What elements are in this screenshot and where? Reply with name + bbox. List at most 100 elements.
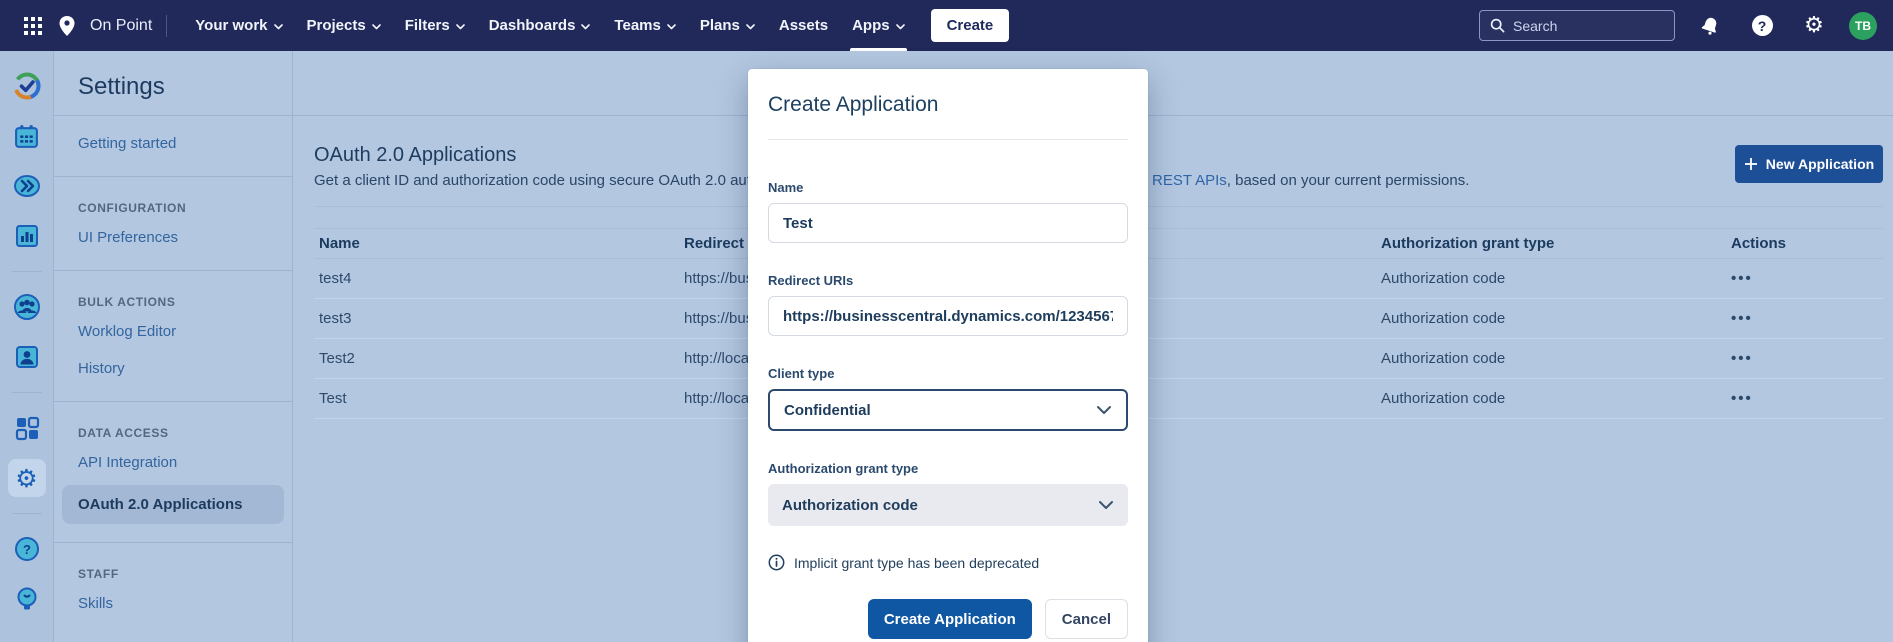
cell-name: test4 xyxy=(314,259,679,299)
nav-item-plans[interactable]: Plans xyxy=(688,0,767,51)
bar-chart-icon[interactable] xyxy=(8,217,46,255)
nav-item-label: Teams xyxy=(614,17,660,34)
plus-icon xyxy=(1744,157,1758,171)
question-mark-glyph: ? xyxy=(1752,15,1773,36)
row-actions-menu-icon[interactable]: ••• xyxy=(1731,270,1753,287)
gear-glyph: ⚙ xyxy=(1804,15,1824,37)
sidebar-item-api-integration[interactable]: API Integration xyxy=(54,444,292,481)
description-text: Get a client ID and authorization code u… xyxy=(314,172,750,189)
nav-item-label: Dashboards xyxy=(489,17,576,34)
product-name: On Point xyxy=(90,17,152,35)
sidebar-item-worklog-editor[interactable]: Worklog Editor xyxy=(54,313,292,350)
double-chevron-glyph xyxy=(13,174,41,198)
notifications-bell-icon[interactable] xyxy=(1693,9,1727,43)
info-icon xyxy=(768,554,785,571)
cell-grant-type: Authorization code xyxy=(1376,259,1726,299)
description-tail: , based on your current permissions. xyxy=(1227,172,1470,189)
lightbulb-glyph xyxy=(14,586,40,612)
nav-item-dashboards[interactable]: Dashboards xyxy=(477,0,603,51)
nav-item-label: Your work xyxy=(195,17,267,34)
svg-text:?: ? xyxy=(23,542,31,557)
section-description-right: REST APIs, based on your current permiss… xyxy=(1152,172,1469,189)
sidebar-item-oauth-2-0-applications[interactable]: OAuth 2.0 Applications xyxy=(62,485,284,524)
nav-item-label: Filters xyxy=(405,17,450,34)
nav-item-label: Apps xyxy=(852,17,890,34)
gear-glyph: ⚙ xyxy=(15,466,37,491)
nav-item-label: Projects xyxy=(307,17,366,34)
row-actions-menu-icon[interactable]: ••• xyxy=(1731,390,1753,407)
location-pin-icon[interactable] xyxy=(50,9,84,43)
sidebar-item-history[interactable]: History xyxy=(54,350,292,387)
gear-icon[interactable]: ⚙ xyxy=(8,459,46,497)
client-type-select[interactable]: Confidential xyxy=(768,389,1128,431)
bell-glyph xyxy=(1700,16,1720,36)
create-button[interactable]: Create xyxy=(931,9,1010,42)
rail-divider xyxy=(12,513,42,514)
rest-apis-link[interactable]: REST APIs xyxy=(1152,172,1227,189)
sidebar-group: CONFIGURATIONUI Preferences xyxy=(54,176,292,270)
sidebar-group: BULK ACTIONSWorklog EditorHistory xyxy=(54,270,292,401)
cell-grant-type: Authorization code xyxy=(1376,339,1726,379)
question-icon[interactable]: ? xyxy=(8,530,46,568)
sidebar-group: Getting started xyxy=(54,115,292,176)
settings-gear-icon[interactable]: ⚙ xyxy=(1797,9,1831,43)
search-input[interactable] xyxy=(1513,18,1653,34)
new-application-button[interactable]: New Application xyxy=(1735,145,1883,183)
row-actions-menu-icon[interactable]: ••• xyxy=(1731,310,1753,327)
nav-item-apps[interactable]: Apps xyxy=(840,0,917,51)
group-icon[interactable] xyxy=(8,288,46,326)
sidebar-item-ui-preferences[interactable]: UI Preferences xyxy=(54,219,292,256)
create-application-submit-button[interactable]: Create Application xyxy=(868,599,1032,639)
nav-item-assets[interactable]: Assets xyxy=(767,0,840,51)
calendar-icon[interactable] xyxy=(8,117,46,155)
cancel-button[interactable]: Cancel xyxy=(1045,599,1128,639)
nav-item-projects[interactable]: Projects xyxy=(295,0,393,51)
dialog-footer: Create Application Cancel xyxy=(768,599,1128,639)
rail-divider xyxy=(12,392,42,393)
help-icon[interactable]: ? xyxy=(1745,9,1779,43)
top-nav: On Point Your work Projects Filters Dashboa… xyxy=(0,0,1893,51)
nav-item-teams[interactable]: Teams xyxy=(602,0,687,51)
grid-dots-icon xyxy=(24,17,42,35)
rail-divider xyxy=(12,271,42,272)
user-avatar[interactable]: TB xyxy=(1849,12,1877,40)
grant-type-select[interactable]: Authorization code xyxy=(768,484,1128,526)
grant-type-value: Authorization code xyxy=(782,497,918,514)
cell-name: test3 xyxy=(314,299,679,339)
person-card-glyph xyxy=(14,344,40,370)
sidebar-item-getting-started[interactable]: Getting started xyxy=(54,125,292,162)
nav-item-label: Plans xyxy=(700,17,740,34)
chevron-down-icon xyxy=(581,24,590,30)
cell-actions: ••• xyxy=(1726,259,1883,299)
dialog-title: Create Application xyxy=(768,93,1128,117)
question-glyph: ? xyxy=(14,536,40,562)
double-chevron-icon[interactable] xyxy=(8,167,46,205)
column-actions: Actions xyxy=(1726,229,1883,259)
chevron-down-icon xyxy=(456,24,465,30)
nav-item-filters[interactable]: Filters xyxy=(393,0,477,51)
icon-rail: ⚙ ? xyxy=(0,51,54,642)
cell-name: Test xyxy=(314,379,679,419)
sidebar-section-label: CONFIGURATION xyxy=(54,187,292,219)
lightbulb-icon[interactable] xyxy=(8,580,46,618)
cell-actions: ••• xyxy=(1726,299,1883,339)
nav-item-label: Assets xyxy=(779,17,828,34)
sidebar-item-skills[interactable]: Skills xyxy=(54,585,292,622)
person-card-icon[interactable] xyxy=(8,338,46,376)
chevron-down-icon xyxy=(372,24,381,30)
redirect-uris-input[interactable] xyxy=(768,296,1128,336)
on-point-logo[interactable] xyxy=(8,67,46,105)
search-icon xyxy=(1490,18,1505,33)
dialog-divider xyxy=(768,139,1128,140)
search-box[interactable] xyxy=(1479,10,1675,41)
name-label: Name xyxy=(768,180,1128,195)
nav-item-your-work[interactable]: Your work xyxy=(183,0,294,51)
client-type-label: Client type xyxy=(768,366,1128,381)
chevron-down-icon xyxy=(896,24,905,30)
app-switcher-icon[interactable] xyxy=(16,9,50,43)
grid-squares-icon[interactable] xyxy=(8,409,46,447)
name-input[interactable] xyxy=(768,203,1128,243)
logo-glyph xyxy=(12,71,42,101)
row-actions-menu-icon[interactable]: ••• xyxy=(1731,350,1753,367)
grid-squares-glyph xyxy=(14,415,40,441)
